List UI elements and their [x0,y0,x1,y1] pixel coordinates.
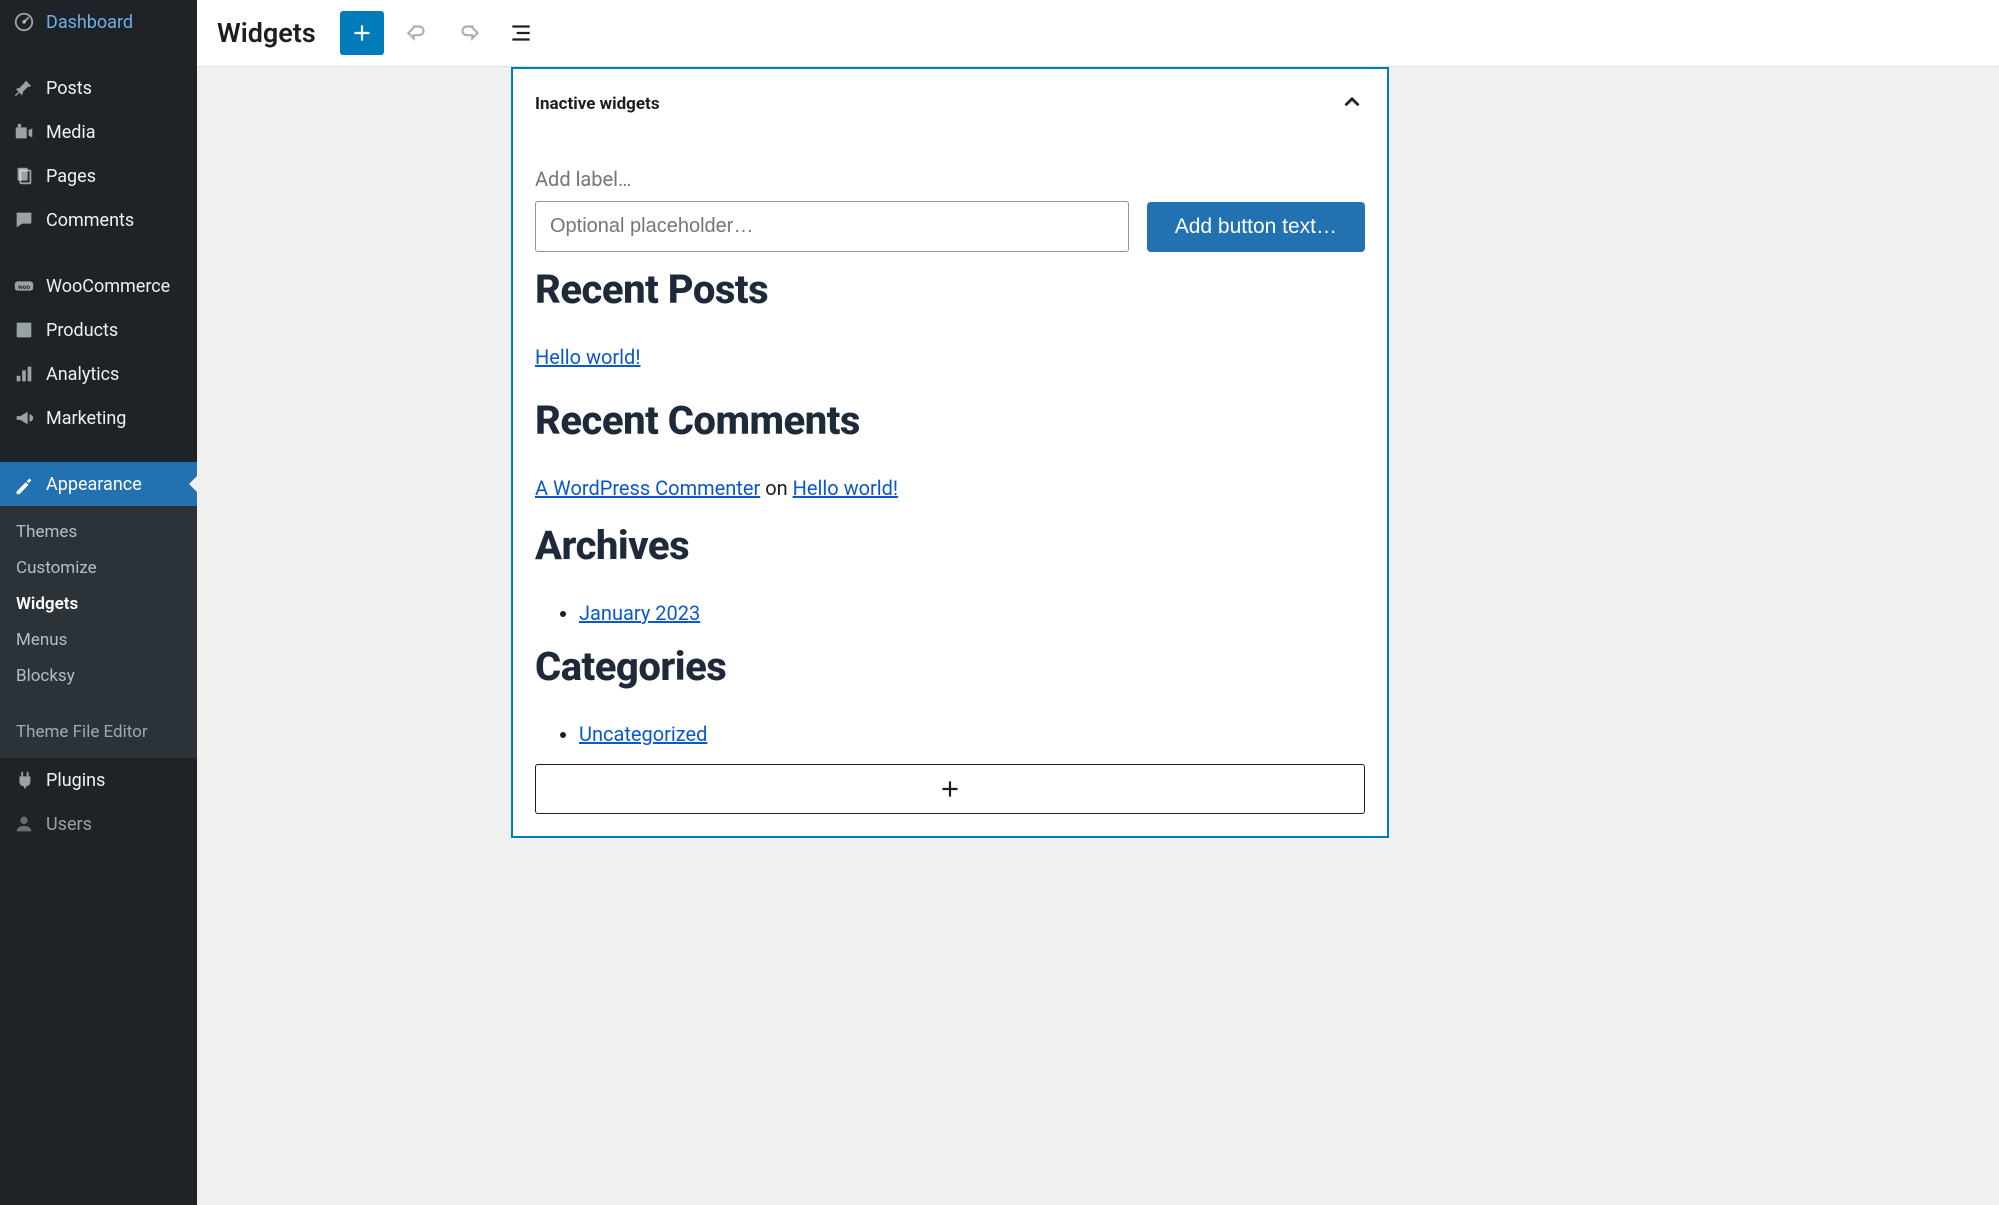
search-block-row: Add button text… [535,201,1365,252]
search-button[interactable]: Add button text… [1147,202,1365,252]
appearance-submenu: Themes Customize Widgets Menus Blocksy T… [0,506,197,758]
redo-icon [456,20,482,46]
analytics-icon [12,362,36,386]
editor-canvas: Inactive widgets Add label… Add button t… [197,67,1999,1205]
archives-heading: Archives [535,522,1365,569]
media-icon [12,120,36,144]
pages-icon [12,164,36,188]
menu-label: Plugins [46,770,105,791]
plugins-icon [12,768,36,792]
add-block-appender[interactable] [535,764,1365,814]
dashboard-icon [12,10,36,34]
submenu-themes[interactable]: Themes [0,514,197,550]
comments-icon [12,208,36,232]
menu-media[interactable]: Media [0,110,197,154]
menu-comments[interactable]: Comments [0,198,197,242]
menu-label: WooCommerce [46,276,170,297]
menu-label: Products [46,320,118,341]
list-view-icon [508,20,534,46]
menu-posts[interactable]: Posts [0,66,197,110]
chevron-up-icon [1339,89,1365,119]
menu-analytics[interactable]: Analytics [0,352,197,396]
redo-button[interactable] [450,14,488,52]
menu-products[interactable]: Products [0,308,197,352]
menu-users[interactable]: Users [0,802,197,846]
commenter-link[interactable]: A WordPress Commenter [535,476,760,500]
recent-comments-heading: Recent Comments [535,397,1365,444]
submenu-customize[interactable]: Customize [0,550,197,586]
add-label-placeholder[interactable]: Add label… [535,167,1365,191]
search-input[interactable] [535,201,1129,252]
list-item: January 2023 [579,601,1365,625]
menu-pages[interactable]: Pages [0,154,197,198]
categories-list: Uncategorized [535,722,1365,746]
add-block-button[interactable] [340,11,384,55]
menu-appearance[interactable]: Appearance [0,462,197,506]
admin-sidebar: Dashboard Posts Media Pages Comments woo… [0,0,197,1205]
recent-posts-heading: Recent Posts [535,266,1365,313]
marketing-icon [12,406,36,430]
submenu-theme-file-editor[interactable]: Theme File Editor [0,714,197,750]
appearance-icon [12,472,36,496]
panel-header[interactable]: Inactive widgets [513,69,1387,139]
plus-icon [937,776,963,802]
menu-label: Media [46,122,96,143]
recent-post-link[interactable]: Hello world! [535,345,640,369]
products-icon [12,318,36,342]
submenu-blocksy[interactable]: Blocksy [0,658,197,694]
list-item: Uncategorized [579,722,1365,746]
topbar: Widgets [197,0,1999,67]
category-link[interactable]: Uncategorized [579,722,707,746]
menu-label: Dashboard [46,12,133,33]
menu-woocommerce[interactable]: woo WooCommerce [0,264,197,308]
pin-icon [12,76,36,100]
archive-link[interactable]: January 2023 [579,601,700,625]
list-view-button[interactable] [502,14,540,52]
recent-comment-item: A WordPress Commenter on Hello world! [535,476,1365,500]
inactive-widgets-panel: Inactive widgets Add label… Add button t… [511,67,1389,838]
submenu-widgets[interactable]: Widgets [0,586,197,622]
archives-list: January 2023 [535,601,1365,625]
page-title: Widgets [217,17,316,49]
menu-plugins[interactable]: Plugins [0,758,197,802]
main-area: Widgets Inactive widgets [197,0,1999,1205]
menu-label: Marketing [46,408,126,429]
menu-dashboard[interactable]: Dashboard [0,0,197,44]
submenu-menus[interactable]: Menus [0,622,197,658]
menu-label: Posts [46,78,92,99]
plus-icon [349,20,375,46]
menu-label: Comments [46,210,134,231]
panel-body: Add label… Add button text… Recent Posts… [513,167,1387,836]
woo-icon: woo [12,274,36,298]
undo-icon [404,20,430,46]
menu-marketing[interactable]: Marketing [0,396,197,440]
undo-button[interactable] [398,14,436,52]
menu-label: Users [46,814,92,835]
svg-text:woo: woo [18,283,30,291]
categories-heading: Categories [535,643,1365,690]
panel-title: Inactive widgets [535,94,660,114]
menu-label: Analytics [46,364,119,385]
users-icon [12,812,36,836]
menu-label: Appearance [46,474,142,495]
menu-label: Pages [46,166,96,187]
on-text: on [760,476,792,500]
comment-post-link[interactable]: Hello world! [793,476,898,500]
